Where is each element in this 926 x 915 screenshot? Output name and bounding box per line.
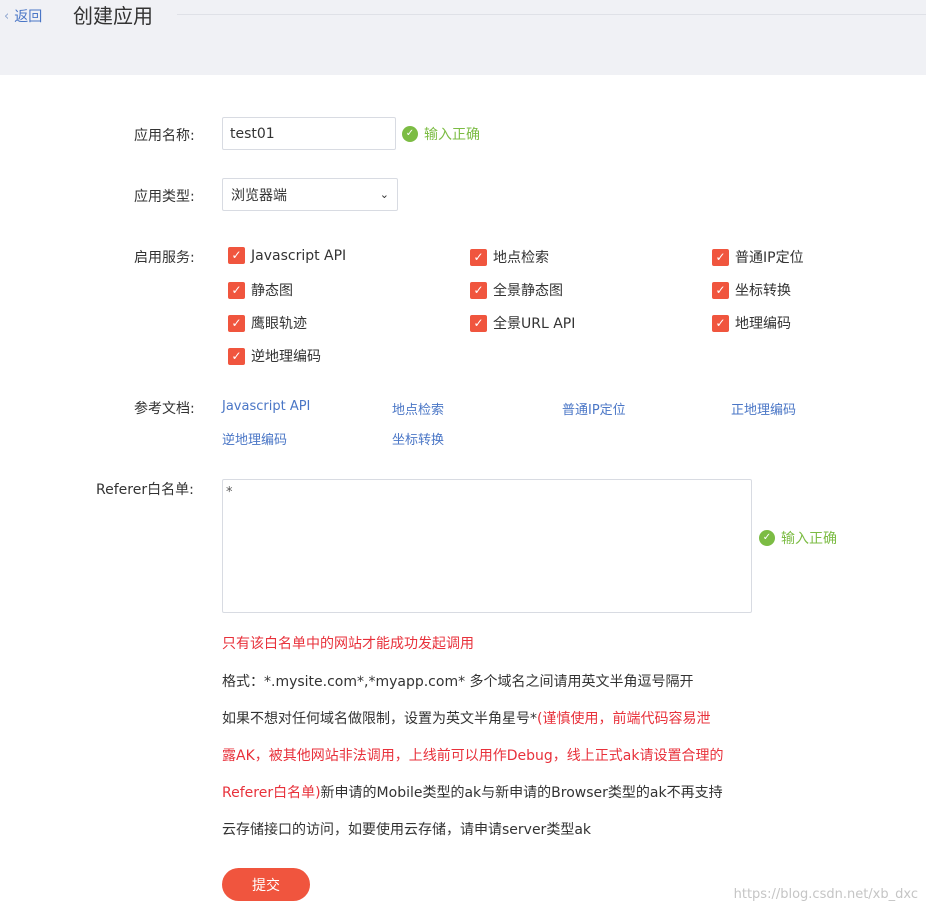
chevron-down-icon: ⌄ — [379, 188, 389, 201]
app-type-select[interactable]: 浏览器端 ⌄ — [222, 178, 398, 211]
docs-label: 参考文档: — [134, 401, 195, 417]
referer-note-warning: 只有该白名单中的网站才能成功发起调用 — [222, 636, 474, 652]
checkmark-icon: ✓ — [470, 281, 487, 299]
note-warning-text: (谨慎使用，前端代码容易泄 — [537, 711, 711, 727]
app-name-input[interactable] — [222, 117, 396, 150]
back-link[interactable]: ‹ 返回 — [4, 6, 42, 26]
doc-link-coord-convert[interactable]: 坐标转换 — [392, 429, 444, 448]
checkmark-icon: ✓ — [228, 281, 245, 299]
app-name-status: ✓ 输入正确 — [402, 124, 480, 144]
service-checkbox-static-map[interactable]: ✓ 静态图 — [228, 280, 293, 300]
services-label: 启用服务: — [134, 250, 195, 266]
service-label: 坐标转换 — [735, 283, 791, 299]
service-label: 全景静态图 — [493, 283, 563, 299]
doc-link-reverse-geocoding[interactable]: 逆地理编码 — [222, 429, 287, 448]
checkmark-icon: ✓ — [470, 314, 487, 332]
page-title: 创建应用 — [73, 4, 153, 28]
service-checkbox-geocoding[interactable]: ✓ 地理编码 — [712, 313, 791, 333]
watermark: https://blog.csdn.net/xb_dxc — [733, 887, 918, 902]
checkmark-icon: ✓ — [712, 248, 729, 266]
service-checkbox-panorama-static[interactable]: ✓ 全景静态图 — [470, 280, 563, 300]
service-label: 普通IP定位 — [735, 250, 804, 266]
referer-label: Referer白名单: — [96, 482, 194, 498]
service-label: Javascript API — [251, 247, 347, 264]
referer-status-text: 输入正确 — [781, 531, 837, 547]
checkmark-icon: ✓ — [228, 314, 245, 332]
doc-link-geocoding[interactable]: 正地理编码 — [731, 399, 796, 418]
checkmark-icon: ✓ — [712, 314, 729, 332]
service-label: 鹰眼轨迹 — [251, 316, 307, 332]
referer-status: ✓ 输入正确 — [759, 528, 837, 548]
referer-note-line6: 云存储接口的访问，如要使用云存储，请申请server类型ak — [222, 822, 592, 838]
app-name-label: 应用名称: — [134, 128, 195, 144]
service-checkbox-reverse-geocoding[interactable]: ✓ 逆地理编码 — [228, 346, 321, 366]
note-text: 新申请的Mobile类型的ak与新申请的Browser类型的ak不再支持 — [320, 785, 723, 801]
check-circle-icon: ✓ — [759, 530, 775, 546]
checkmark-icon: ✓ — [712, 281, 729, 299]
service-checkbox-javascript-api[interactable]: ✓ Javascript API — [228, 247, 346, 264]
service-label: 地点检索 — [493, 250, 549, 266]
app-name-status-text: 输入正确 — [424, 127, 480, 143]
app-type-selected: 浏览器端 — [231, 187, 287, 204]
note-warning-text: Referer白名单) — [222, 785, 321, 801]
checkmark-icon: ✓ — [228, 347, 245, 365]
service-label: 逆地理编码 — [251, 349, 321, 365]
check-circle-icon: ✓ — [402, 126, 418, 142]
service-checkbox-ip-location[interactable]: ✓ 普通IP定位 — [712, 247, 804, 267]
referer-note-format: 格式：*.mysite.com*,*myapp.com* 多个域名之间请用英文半… — [222, 674, 694, 690]
referer-note-line3: 如果不想对任何域名做限制，设置为英文半角星号*(谨慎使用，前端代码容易泄 — [222, 708, 710, 728]
service-checkbox-place-search[interactable]: ✓ 地点检索 — [470, 247, 549, 267]
referer-textarea[interactable]: * — [222, 479, 752, 613]
title-divider — [177, 14, 926, 15]
service-checkbox-panorama-url[interactable]: ✓ 全景URL API — [470, 313, 575, 333]
doc-link-javascript-api[interactable]: Javascript API — [222, 399, 310, 414]
top-bar: ‹ 返回 创建应用 — [0, 0, 926, 75]
chevron-left-icon: ‹ — [4, 8, 10, 24]
checkmark-icon: ✓ — [470, 248, 487, 266]
service-checkbox-coord-convert[interactable]: ✓ 坐标转换 — [712, 280, 791, 300]
referer-note-line4: 露AK，被其他网站非法调用，上线前可以用作Debug，线上正式ak请设置合理的 — [222, 748, 724, 764]
app-type-label: 应用类型: — [134, 189, 195, 205]
service-label: 全景URL API — [493, 316, 576, 332]
checkmark-icon: ✓ — [228, 247, 245, 264]
doc-link-place-search[interactable]: 地点检索 — [392, 399, 444, 418]
back-label: 返回 — [14, 9, 43, 25]
referer-note-line5: Referer白名单)新申请的Mobile类型的ak与新申请的Browser类型… — [222, 782, 723, 802]
service-checkbox-trace[interactable]: ✓ 鹰眼轨迹 — [228, 313, 307, 333]
note-text: 如果不想对任何域名做限制，设置为英文半角星号* — [222, 711, 537, 727]
service-label: 地理编码 — [735, 316, 791, 332]
service-label: 静态图 — [251, 283, 293, 299]
doc-link-ip-location[interactable]: 普通IP定位 — [562, 399, 626, 418]
submit-button[interactable]: 提交 — [222, 868, 310, 901]
